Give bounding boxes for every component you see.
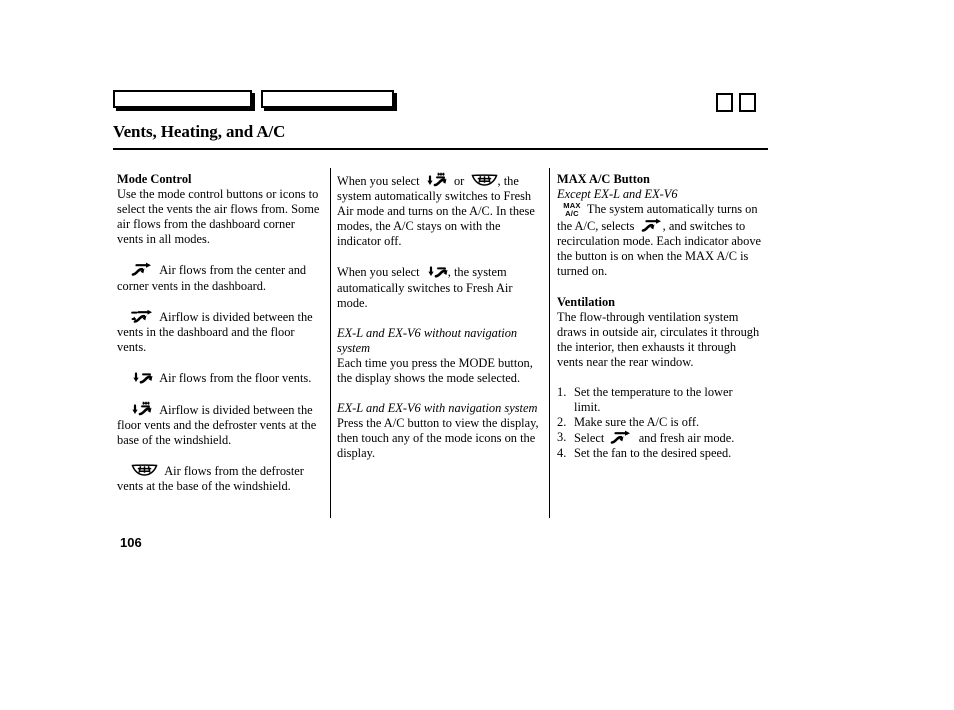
fresh-air-p2-lead: When you select: [337, 265, 420, 280]
step-1-text: Set the temperature to the lower limit.: [574, 385, 733, 415]
step-2-text: Make sure the A/C is off.: [574, 415, 700, 430]
corner-marker-2: [739, 93, 756, 112]
vent-defroster-icon: [131, 463, 158, 477]
mode-control-intro: Use the mode control buttons or icons to…: [117, 187, 320, 247]
ventilation-step-3: 3. Select and fresh air mode.: [557, 430, 762, 446]
mode-item-floor-defroster: Airflow is divided between the floor ven…: [117, 401, 322, 448]
page-number: 106: [120, 535, 142, 550]
vent-dashboard-icon: [610, 430, 632, 445]
title-rule: [113, 148, 768, 150]
section-tab-2[interactable]: [261, 90, 394, 108]
vent-floor-icon: [131, 370, 153, 385]
corner-marker-1: [716, 93, 733, 112]
mode-item-floor-text: Air flows from the floor vents.: [159, 370, 312, 385]
step-3-number: 3.: [557, 430, 567, 445]
max-ac-heading: MAX A/C Button: [557, 172, 650, 186]
ventilation-steps: 1. Set the temperature to the lower limit…: [557, 385, 762, 461]
mode-item-floor: Air flows from the floor vents.: [117, 370, 322, 386]
corner-marker-group: [716, 93, 766, 115]
section-tab-row: [113, 90, 773, 112]
vent-dashboard-icon: [131, 262, 153, 277]
column-divider-2: [549, 168, 550, 518]
column-divider-1: [330, 168, 331, 518]
exl-with-nav-subhead: EX-L and EX-V6 with navigation system: [337, 401, 538, 416]
fresh-air-p1-lead: When you select: [337, 174, 420, 188]
manual-page: Vents, Heating, and A/C Mode Control Use…: [0, 0, 954, 710]
mode-item-defroster: Air flows from the defroster vents at th…: [117, 463, 322, 494]
max-ac-button-icon: MAX A/C: [563, 202, 580, 218]
ventilation-step-1: 1. Set the temperature to the lower limit…: [557, 385, 762, 415]
mode-item-dashboard: Air flows from the center and corner ven…: [117, 262, 322, 293]
exl-with-nav-body: Press the A/C button to view the display…: [337, 416, 539, 461]
step-4-number: 4.: [557, 446, 567, 461]
vent-dashboard-floor-icon: [131, 309, 153, 324]
max-ac-paragraph: MAX A/C The system automatically turns on…: [557, 202, 762, 279]
fresh-air-p1-or: or: [453, 174, 465, 188]
max-ac-icon-line2: A/C: [565, 209, 579, 219]
ventilation-body: The flow-through ventilation system draw…: [557, 309, 760, 369]
mode-item-dashboard-floor: Airflow is divided between the vents in …: [117, 309, 322, 355]
left-column: Mode Control Use the mode control button…: [117, 172, 322, 495]
ventilation-step-2: 2. Make sure the A/C is off.: [557, 415, 762, 430]
section-tab-1[interactable]: [113, 90, 252, 108]
vent-dashboard-icon: [641, 218, 663, 233]
step-3-text-post: and fresh air mode.: [638, 431, 735, 446]
ventilation-heading: Ventilation: [557, 294, 616, 309]
step-1-number: 1.: [557, 385, 567, 400]
vent-defroster-icon: [471, 173, 498, 187]
right-column: MAX A/C Button Except EX-L and EX-V6 MAX…: [557, 172, 762, 462]
exl-without-nav-body: Each time you press the MODE button, the…: [337, 355, 533, 386]
fresh-air-paragraph-1: When you select or , the system automati…: [337, 172, 542, 249]
vent-floor-defroster-icon: [131, 401, 153, 417]
step-3-text-pre: Select: [574, 431, 605, 446]
vent-floor-icon: [426, 264, 448, 279]
step-4-text: Set the fan to the desired speed.: [574, 446, 732, 461]
step-2-number: 2.: [557, 415, 567, 430]
page-title: Vents, Heating, and A/C: [113, 122, 286, 141]
mode-control-heading: Mode Control: [117, 172, 192, 186]
fresh-air-paragraph-2: When you select , the system automatical…: [337, 264, 542, 310]
middle-column: When you select or , the system automati…: [337, 172, 542, 462]
vent-floor-defroster-icon: [426, 172, 448, 188]
exl-without-nav-subhead: EX-L and EX-V6 without navigation system: [337, 325, 518, 355]
ventilation-step-4: 4. Set the fan to the desired speed.: [557, 446, 762, 461]
max-ac-subhead: Except EX-L and EX-V6: [557, 187, 678, 202]
